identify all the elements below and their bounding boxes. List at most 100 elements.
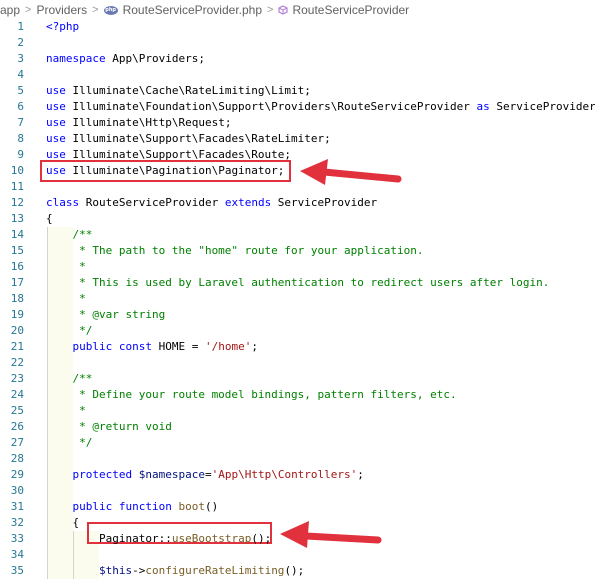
code-line[interactable]: 1 <?php: [0, 19, 595, 35]
code-token: extends: [224, 196, 272, 209]
code-line[interactable]: 21 public const HOME = '/home';: [0, 339, 595, 355]
code-text: {: [46, 515, 79, 531]
code-line[interactable]: 26 * @return void: [0, 419, 595, 435]
code-token: protected: [72, 468, 133, 481]
code-token: use: [46, 100, 66, 113]
code-line[interactable]: 6 use Illuminate\Foundation\Support\Provi…: [0, 99, 595, 115]
php-file-icon: php: [103, 5, 118, 15]
code-token: useBootstrap: [171, 532, 252, 545]
code-token: HOME =: [152, 340, 205, 353]
breadcrumb-item-class[interactable]: RouteServiceProvider: [292, 3, 409, 17]
code-token: */: [46, 324, 93, 337]
code-line[interactable]: 14 /**: [0, 227, 595, 243]
code-text: public const HOME = '/home';: [46, 339, 258, 355]
code-text: * @var string: [46, 307, 165, 323]
line-number: 22: [10, 356, 24, 369]
line-number: 1: [17, 20, 24, 33]
code-text: use Illuminate\Cache\RateLimiting\Limit;: [46, 83, 311, 99]
line-number: 3: [17, 52, 24, 65]
code-token: function: [118, 500, 172, 513]
code-line[interactable]: 7 use Illuminate\Http\Request;: [0, 115, 595, 131]
code-token: boot: [178, 500, 205, 513]
chevron-right-icon: >: [267, 4, 274, 16]
line-number: 33: [10, 532, 24, 545]
code-line[interactable]: 2: [0, 35, 595, 51]
code-line[interactable]: 4: [0, 67, 595, 83]
code-token: (): [204, 500, 219, 513]
code-line[interactable]: 15 * The path to the "home" route for yo…: [0, 243, 595, 259]
code-line[interactable]: 25 *: [0, 403, 595, 419]
code-token: Illuminate\Http\Request;: [65, 116, 232, 129]
line-number: 14: [10, 228, 24, 241]
code-line[interactable]: 13 {: [0, 211, 595, 227]
line-number: 11: [10, 180, 24, 193]
code-line[interactable]: 17 * This is used by Laravel authenticat…: [0, 275, 595, 291]
code-line[interactable]: 28: [0, 451, 595, 467]
code-line[interactable]: 23 /**: [0, 371, 595, 387]
chevron-right-icon: >: [92, 4, 99, 16]
code-line[interactable]: 24 * Define your route model bindings, p…: [0, 387, 595, 403]
code-text: namespace App\Providers;: [46, 51, 205, 67]
code-token: App\Providers;: [105, 52, 205, 65]
code-token: Illuminate\Support\Facades\Route;: [65, 148, 292, 161]
code-text: */: [46, 435, 92, 451]
code-token: */: [46, 436, 93, 449]
line-number: 32: [10, 516, 24, 529]
code-line[interactable]: 5 use Illuminate\Cache\RateLimiting\Limit…: [0, 83, 595, 99]
code-line[interactable]: 22: [0, 355, 595, 371]
code-line[interactable]: 16 *: [0, 259, 595, 275]
code-token: '/home': [204, 340, 252, 353]
code-text: * Define your route model bindings, patt…: [46, 387, 457, 403]
code-token: ();: [251, 532, 272, 545]
code-token: =: [204, 468, 212, 481]
code-line[interactable]: 12 class RouteServiceProvider extends Ser…: [0, 195, 595, 211]
code-line[interactable]: 27 */: [0, 435, 595, 451]
code-token: configureRateLimiting: [145, 564, 285, 577]
line-number: 20: [10, 324, 24, 337]
code-token: use: [46, 148, 66, 161]
code-token: ->: [132, 564, 146, 577]
code-token: as: [476, 100, 490, 113]
code-text: * This is used by Laravel authentication…: [46, 275, 549, 291]
code-token: RouteServiceProvider: [79, 196, 225, 209]
code-token: ServiceProvider;: [489, 100, 595, 113]
code-line[interactable]: 8 use Illuminate\Support\Facades\RateLimi…: [0, 131, 595, 147]
code-line[interactable]: 31 public function boot(): [0, 499, 595, 515]
code-text: use Illuminate\Support\Facades\Route;: [46, 147, 291, 163]
code-token: <?php: [46, 20, 80, 33]
line-number: 7: [17, 116, 24, 129]
code-token: * Define your route model bindings, patt…: [46, 388, 457, 401]
code-line[interactable]: 19 * @var string: [0, 307, 595, 323]
code-text: use Illuminate\Foundation\Support\Provid…: [46, 99, 595, 115]
line-number: 4: [17, 68, 24, 81]
code-token: ;: [357, 468, 364, 481]
line-number: 23: [10, 372, 24, 385]
code-text: *: [46, 403, 86, 419]
chevron-right-icon: >: [25, 4, 32, 16]
breadcrumb-item-providers[interactable]: Providers: [36, 3, 87, 17]
code-line[interactable]: 20 */: [0, 323, 595, 339]
code-token: Illuminate\Pagination\Paginator;: [65, 164, 285, 177]
code-line[interactable]: 3 namespace App\Providers;: [0, 51, 595, 67]
breadcrumb-item-file[interactable]: RouteServiceProvider.php: [123, 3, 262, 17]
line-number: 26: [10, 420, 24, 433]
line-number: 15: [10, 244, 24, 257]
code-token: use: [46, 84, 66, 97]
code-line[interactable]: 18 *: [0, 291, 595, 307]
red-arrow-icon: [280, 521, 382, 548]
line-number: 29: [10, 468, 24, 481]
code-line[interactable]: 29 protected $namespace='App\Http\Contro…: [0, 467, 595, 483]
code-line[interactable]: 30: [0, 483, 595, 499]
code-text: */: [46, 323, 92, 339]
line-number: 8: [17, 132, 24, 145]
breadcrumb-item-app[interactable]: app: [0, 3, 20, 17]
code-token: Paginator::: [46, 532, 172, 545]
code-token: const: [118, 340, 152, 353]
code-token: Illuminate\Cache\RateLimiting\Limit;: [65, 84, 311, 97]
line-number: 6: [17, 100, 24, 113]
code-token: {: [46, 516, 80, 529]
